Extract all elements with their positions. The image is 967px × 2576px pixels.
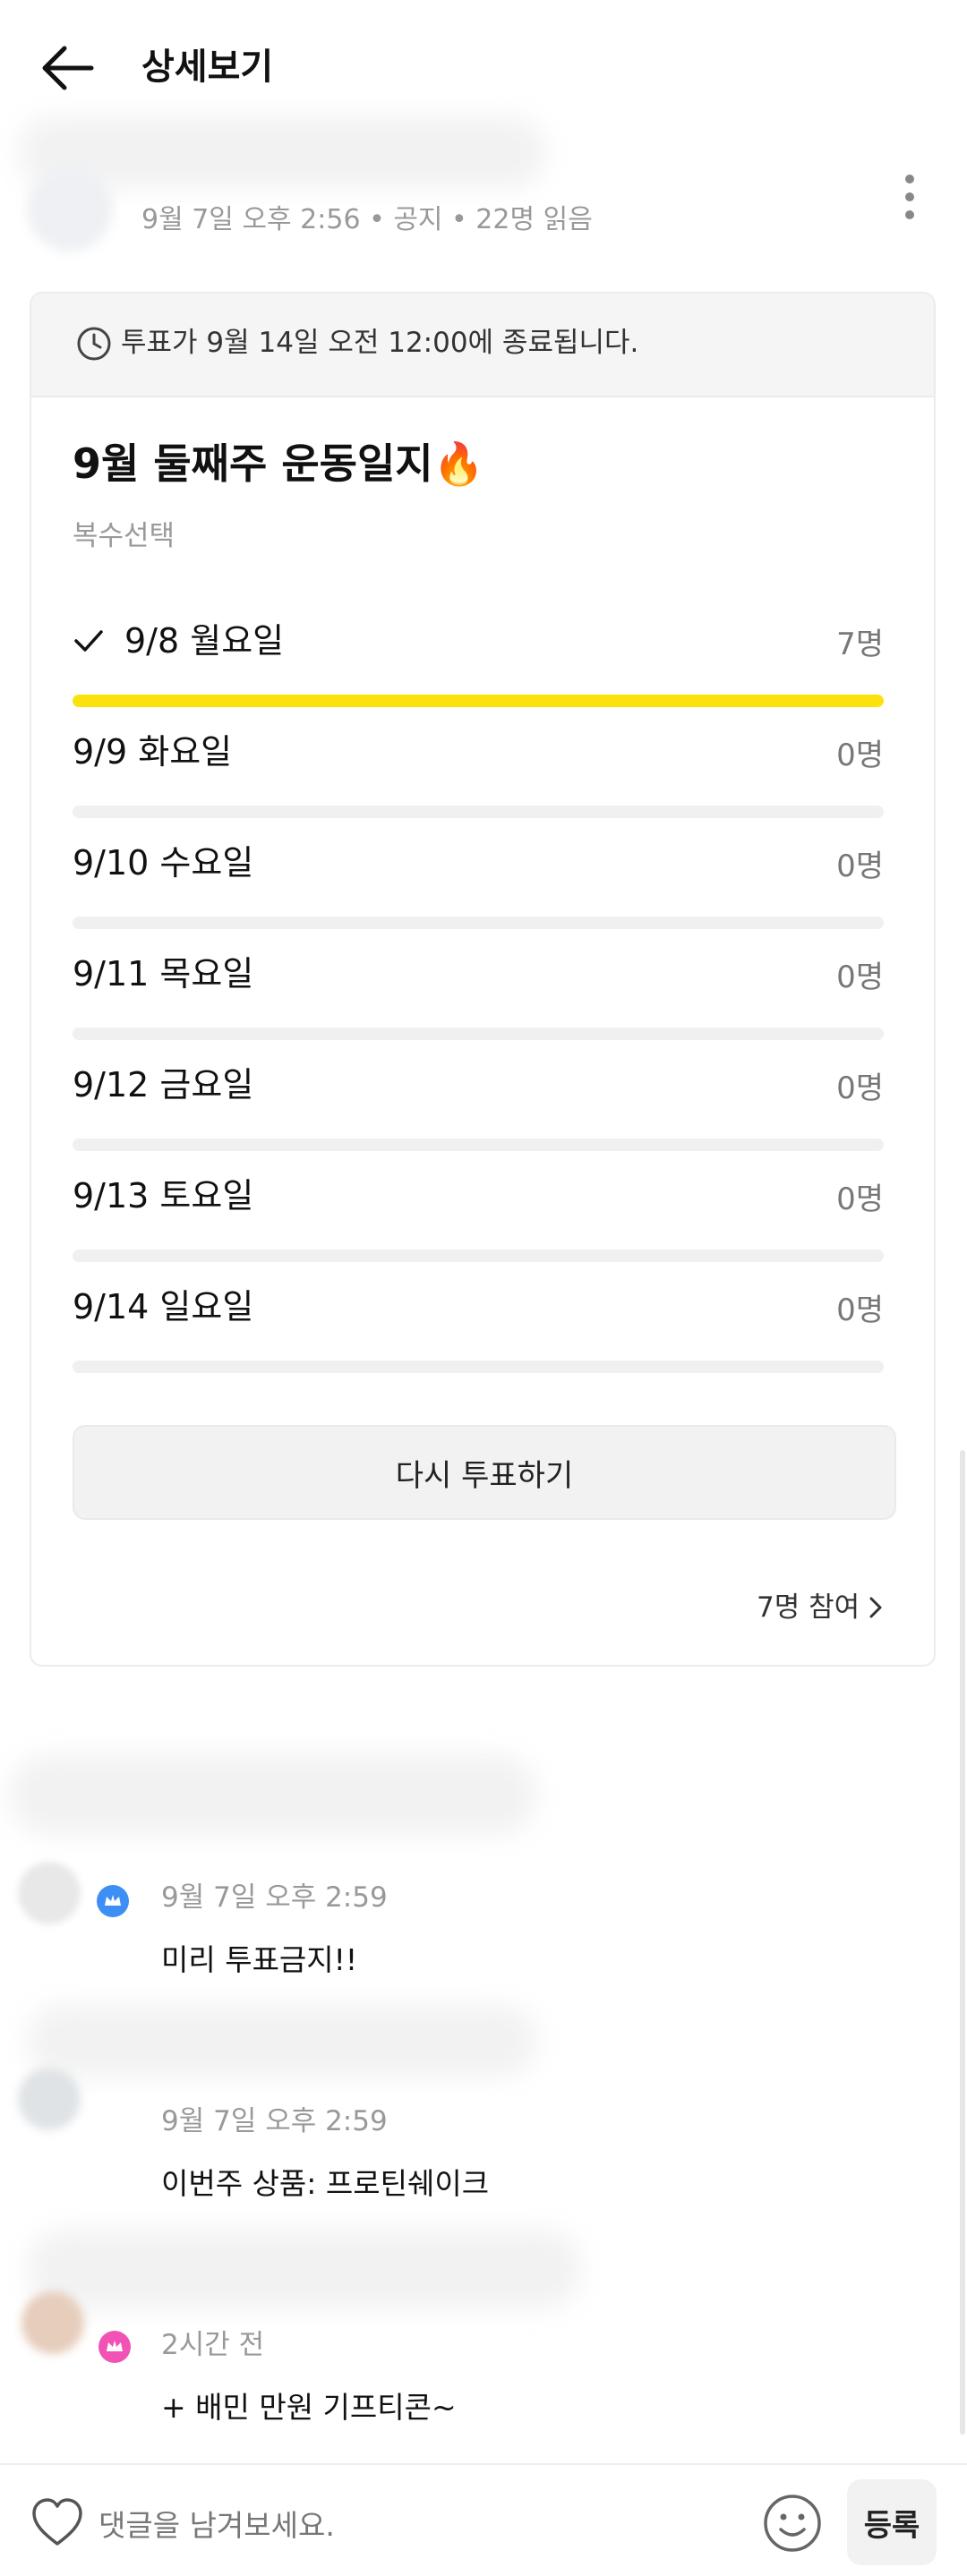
poll-option-count: 0명: [836, 1181, 884, 1217]
comment-time: 2시간 전: [161, 2329, 265, 2361]
commenter-avatar[interactable]: [21, 2291, 84, 2354]
poll-option[interactable]: 9/10 수요일 0명: [73, 836, 884, 947]
scrollbar[interactable]: [960, 1450, 965, 2435]
commenter-badge-icon: [97, 1885, 129, 1917]
page-title: 상세보기: [141, 47, 274, 88]
comment-item: 9월 7일 오후 2:59 미리 투표금지!!: [0, 1844, 967, 2005]
commenter-name-blurred: [9, 1754, 537, 1835]
more-vertical-icon: [905, 175, 914, 183]
clock-icon: [77, 327, 111, 361]
poll-option-count: 0명: [836, 849, 884, 884]
comment-item: 2시간 전 + 배민 만원 기프티콘~: [0, 2291, 967, 2452]
poll-option-bar: [73, 1028, 884, 1040]
heart-icon[interactable]: [30, 2497, 84, 2547]
commenter-avatar[interactable]: [18, 2068, 81, 2130]
poll-option-label: 9/9 화요일: [73, 732, 233, 772]
back-button[interactable]: [36, 36, 100, 100]
poll-option-label: 9/10 수요일: [73, 843, 254, 883]
poll-option-count: 0명: [836, 960, 884, 995]
more-options-button[interactable]: [888, 170, 931, 224]
poll-option-count: 7명: [836, 627, 884, 662]
comment-text: + 배민 만원 기프티콘~: [161, 2390, 457, 2425]
poll-option-count: 0명: [836, 738, 884, 773]
participants-label: 7명 참여: [757, 1591, 860, 1624]
comment-time: 9월 7일 오후 2:59: [161, 2105, 388, 2137]
submit-button[interactable]: 등록: [847, 2479, 937, 2565]
poll-option[interactable]: 9/13 토요일 0명: [73, 1169, 884, 1280]
poll-option[interactable]: 9/9 화요일 0명: [73, 725, 884, 836]
poll-option[interactable]: 9/11 목요일 0명: [73, 947, 884, 1058]
poll-option-bar: [73, 806, 884, 818]
poll-option-bar: [73, 917, 884, 929]
poll-option-bar: [73, 1361, 884, 1373]
poll-card: 투표가 9월 14일 오전 12:00에 종료됩니다. 9월 둘째주 운동일지🔥…: [30, 292, 936, 1667]
poll-option-count: 0명: [836, 1070, 884, 1106]
poll-option-count: 0명: [836, 1292, 884, 1328]
poll-option-label: 9/11 목요일: [73, 954, 254, 994]
poll-option-bar: [73, 695, 884, 707]
poll-option-label: 9/12 금요일: [73, 1065, 254, 1105]
comment-item: 9월 7일 오후 2:59 이번주 상품: 프로틴쉐이크: [0, 2068, 967, 2229]
poll-option-label: 9/14 일요일: [73, 1287, 254, 1326]
poll-option-label: 9/8 월요일: [124, 621, 285, 661]
chevron-right-icon: [869, 1597, 882, 1618]
check-icon: [74, 630, 103, 652]
poll-option-label: 9/13 토요일: [73, 1176, 254, 1215]
post-meta: 9월 7일 오후 2:56 • 공지 • 22명 읽음: [141, 204, 593, 235]
poll-option[interactable]: 9/14 일요일 0명: [73, 1280, 884, 1391]
comment-text: 미리 투표금지!!: [161, 1942, 358, 1977]
poll-title: 9월 둘째주 운동일지🔥: [73, 439, 484, 488]
commenter-name-blurred: [27, 2005, 537, 2077]
poll-option[interactable]: 9/8 월요일 7명: [73, 614, 884, 725]
comment-text: 이번주 상품: 프로틴쉐이크: [161, 2166, 490, 2201]
revote-button[interactable]: 다시 투표하기: [73, 1425, 896, 1520]
poll-option[interactable]: 9/12 금요일 0명: [73, 1058, 884, 1169]
smile-icon[interactable]: [761, 2492, 824, 2555]
poll-deadline-text: 투표가 9월 14일 오전 12:00에 종료됩니다.: [121, 327, 639, 359]
commenter-badge-icon: [98, 2331, 131, 2363]
author-avatar[interactable]: [27, 166, 113, 252]
comment-time: 9월 7일 오후 2:59: [161, 1881, 388, 1914]
poll-deadline-bar: 투표가 9월 14일 오전 12:00에 종료됩니다.: [31, 294, 934, 397]
poll-option-bar: [73, 1250, 884, 1262]
poll-option-bar: [73, 1139, 884, 1151]
back-arrow-icon: [42, 46, 94, 90]
poll-mode: 복수선택: [73, 520, 175, 552]
participants-link[interactable]: 7명 참여: [757, 1588, 883, 1627]
comment-input[interactable]: [97, 2499, 727, 2551]
commenter-avatar[interactable]: [18, 1862, 81, 1924]
poll-option-bar-fill: [73, 695, 884, 707]
